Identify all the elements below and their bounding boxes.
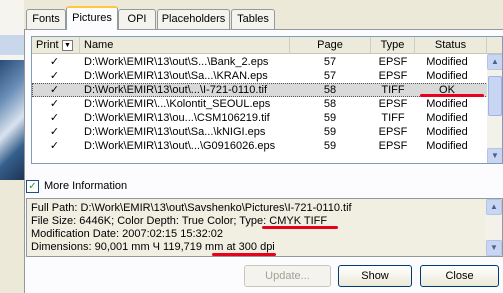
file-type: EPSF <box>378 140 408 152</box>
info-dimensions: Dimensions: 90,001 mm Ч 119,719 mm at 30… <box>31 241 275 253</box>
list-header: Print ▼ Name Page Type Status <box>32 37 502 54</box>
page-number: 59 <box>323 140 337 152</box>
scroll-down-icon[interactable]: ▼ <box>486 240 502 256</box>
check-icon[interactable]: ✓ <box>32 111 77 125</box>
table-row[interactable]: ✓ D:\Work\EMIR\13\out\...\G0916026.eps 5… <box>32 139 502 153</box>
page-number: 59 <box>323 126 337 138</box>
column-header-print-label: Print <box>36 39 59 51</box>
column-header-status[interactable]: Status <box>415 37 487 54</box>
info-dimensions-size: Dimensions: 90,001 mm Ч 119,719 mm <box>31 241 227 253</box>
info-file-size: File Size: 6446K; Color Depth: True Colo… <box>31 215 270 227</box>
file-type: EPSF <box>378 126 408 138</box>
scroll-thumb[interactable] <box>488 76 502 116</box>
show-button[interactable]: Show <box>338 265 412 287</box>
background-window-strip-band <box>0 35 24 55</box>
pictures-list[interactable]: Print ▼ Name Page Type Status ✓ D:\Work\… <box>31 36 503 164</box>
file-name: D:\Work\EMIR\13\out\Sa...\kNIGI.eps <box>84 126 266 138</box>
page-number: 58 <box>323 98 337 110</box>
annotation-underline-type <box>262 226 338 229</box>
file-status: Modified <box>426 140 468 152</box>
scroll-down-icon[interactable]: ▼ <box>487 148 502 163</box>
page-number: 59 <box>323 112 337 124</box>
update-button[interactable]: Update... <box>244 265 331 287</box>
column-header-page[interactable]: Page <box>290 37 371 54</box>
page-number: 58 <box>323 84 337 96</box>
annotation-underline-dpi <box>212 253 276 256</box>
check-icon[interactable]: ✓ <box>32 69 77 83</box>
file-type: TIFF <box>381 84 405 96</box>
background-window-strip-bottom <box>0 180 24 293</box>
check-icon[interactable]: ✓ <box>32 97 77 111</box>
file-type: TIFF <box>381 112 405 124</box>
file-name: D:\Work\EMIR\13\ou...\CSM106219.tif <box>84 112 270 124</box>
file-name: D:\Work\EMIR\13\out\S...\Bank_2.eps <box>84 56 269 68</box>
table-row[interactable]: ✓ D:\Work\EMIR\...\Kolontit_SEOUL.eps 58… <box>32 97 502 111</box>
close-button[interactable]: Close <box>420 265 499 287</box>
file-type: EPSF <box>378 56 408 68</box>
file-status: Modified <box>426 70 468 82</box>
tab-pictures[interactable]: Pictures <box>66 6 118 30</box>
scroll-up-icon[interactable]: ▲ <box>486 199 502 215</box>
file-status: Modified <box>426 126 468 138</box>
table-row[interactable]: ✓ D:\Work\EMIR\13\out\Sa...\KRAN.eps 57 … <box>32 69 502 83</box>
file-status: Modified <box>426 98 468 110</box>
tab-tables[interactable]: Tables <box>231 9 275 29</box>
check-icon[interactable]: ✓ <box>32 55 77 69</box>
info-resolution: at 300 dpi <box>226 241 275 253</box>
check-icon[interactable]: ✓ <box>32 83 77 97</box>
table-row[interactable]: ✓ D:\Work\EMIR\13\out\Sa...\kNIGI.eps 59… <box>32 125 502 139</box>
file-name: D:\Work\EMIR\13\out\...\G0916026.eps <box>84 140 276 152</box>
background-window-strip <box>0 0 24 293</box>
page-number: 57 <box>323 70 337 82</box>
table-row[interactable]: ✓ D:\Work\EMIR\13\ou...\CSM106219.tif 59… <box>32 111 502 125</box>
more-information-checkbox[interactable]: ✓ <box>26 180 39 193</box>
info-modification-date: Modification Date: 2007:02:15 15:32:02 <box>31 228 224 240</box>
info-full-path: Full Path: D:\Work\EMIR\13\out\Savshenko… <box>31 202 352 214</box>
annotation-underline-status <box>420 94 484 97</box>
check-icon[interactable]: ✓ <box>32 125 77 139</box>
file-name: D:\Work\EMIR\13\out\...\I-721-0110.tif <box>84 84 267 96</box>
file-type: EPSF <box>378 98 408 110</box>
list-scrollbar[interactable]: ▲ ▼ <box>487 54 502 163</box>
check-icon[interactable]: ✓ <box>32 139 77 153</box>
column-header-name[interactable]: Name <box>80 37 290 54</box>
file-status: Modified <box>426 56 468 68</box>
tab-fonts[interactable]: Fonts <box>26 9 66 29</box>
tab-placeholders[interactable]: Placeholders <box>157 9 230 29</box>
info-scrollbar[interactable]: ▲ ▼ <box>486 199 502 256</box>
file-status: Modified <box>426 112 468 124</box>
file-name: D:\Work\EMIR\13\out\Sa...\KRAN.eps <box>84 70 268 82</box>
file-type: EPSF <box>378 70 408 82</box>
table-row[interactable]: ✓ D:\Work\EMIR\13\out\S...\Bank_2.eps 57… <box>32 55 502 69</box>
column-header-type[interactable]: Type <box>371 37 415 54</box>
scroll-up-icon[interactable]: ▲ <box>487 54 502 70</box>
file-name: D:\Work\EMIR\...\Kolontit_SEOUL.eps <box>84 98 271 110</box>
tab-opi[interactable]: OPI <box>118 9 156 29</box>
more-information-label: More Information <box>44 180 128 192</box>
page-number: 57 <box>323 56 337 68</box>
background-window-image <box>0 60 24 180</box>
print-dropdown-icon[interactable]: ▼ <box>62 40 73 51</box>
